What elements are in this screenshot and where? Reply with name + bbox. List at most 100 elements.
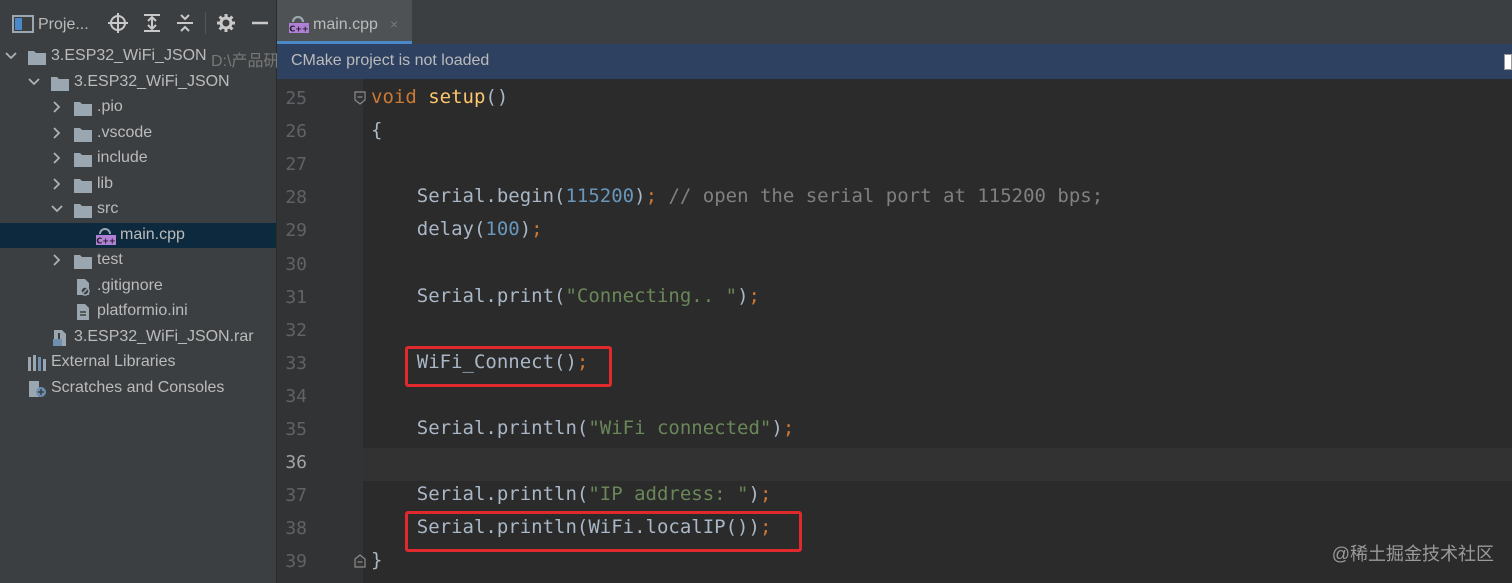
tree-item-label: .pio xyxy=(97,98,123,115)
tree-item[interactable]: test xyxy=(0,248,276,273)
line-number: 32 xyxy=(285,319,307,341)
line-number: 31 xyxy=(285,286,307,308)
code-token: delay( xyxy=(371,218,486,241)
code-token: Serial.begin( xyxy=(371,185,566,208)
collapse-all-icon[interactable] xyxy=(175,13,195,33)
line-number: 27 xyxy=(285,154,307,176)
tree-item[interactable]: src xyxy=(0,197,276,222)
expand-all-icon[interactable] xyxy=(142,13,162,33)
code-token: { xyxy=(371,119,383,142)
fold-open-icon[interactable] xyxy=(354,91,366,105)
line-number: 29 xyxy=(285,220,307,242)
code-token: ) xyxy=(634,185,646,208)
tree-item-label: Scratches and Consoles xyxy=(51,378,225,396)
tree-item[interactable]: .vscode xyxy=(0,121,276,146)
header-divider xyxy=(205,12,206,34)
tree-item-label: src xyxy=(97,200,119,217)
gear-icon[interactable] xyxy=(216,13,236,33)
code-token: ) xyxy=(748,483,760,506)
line-number: 36 xyxy=(285,452,307,474)
tree-item-label: External Libraries xyxy=(51,353,176,370)
tree-item[interactable]: platformio.ini xyxy=(0,299,276,324)
code-token: 115200 xyxy=(565,185,635,208)
code-line[interactable]: void setup() xyxy=(371,86,508,108)
line-number: 33 xyxy=(285,352,307,374)
watermark: @稀土掘金技术社区 xyxy=(1331,544,1494,564)
tree-item[interactable]: 3.ESP32_WiFi_JSON xyxy=(0,70,276,95)
code-line[interactable]: Serial.begin(115200); // open the serial… xyxy=(371,185,1103,207)
archive-icon xyxy=(50,329,70,346)
code-line[interactable]: Serial.println("WiFi connected"); xyxy=(371,417,795,439)
chevron-down-icon[interactable] xyxy=(51,202,63,216)
chevron-down-icon[interactable] xyxy=(28,75,40,89)
line-number: 39 xyxy=(285,551,307,573)
tab-close-icon[interactable]: × xyxy=(390,16,398,32)
tab-main-cpp[interactable]: C++ main.cpp × xyxy=(277,0,412,44)
tree-item[interactable]: 3.ESP32_WiFi_JSON D:\产品研发 xyxy=(0,44,295,70)
tree-item[interactable]: include xyxy=(0,146,276,171)
fold-close-icon[interactable] xyxy=(354,554,366,568)
line-number: 34 xyxy=(285,385,307,407)
code-line[interactable]: delay(100); xyxy=(371,218,543,240)
line-number: 26 xyxy=(285,121,307,143)
tree-item[interactable]: 3.ESP32_WiFi_JSON.rar xyxy=(0,325,276,350)
chevron-right-icon[interactable] xyxy=(51,151,63,165)
folder-icon xyxy=(73,176,93,193)
code-token: ; xyxy=(748,284,760,307)
code-token: ) xyxy=(519,218,532,241)
cpp-file-icon: C++ xyxy=(96,227,116,245)
project-panel-header: Proje... xyxy=(0,0,276,44)
code-token: () xyxy=(485,86,509,108)
code-line[interactable]: Serial.println("IP address: "); xyxy=(371,483,772,506)
chevron-right-icon[interactable] xyxy=(51,100,63,114)
line-number-gutter: 25 26 27 28 29 30 31 32 33 34 35 36 37 38 39 xyxy=(277,79,363,583)
code-token: ; xyxy=(531,218,543,241)
tree-item-label: 3.ESP32_WiFi_JSON.rar xyxy=(74,327,254,345)
folder-icon xyxy=(73,99,93,116)
libraries-icon xyxy=(27,354,47,371)
svg-text:C++: C++ xyxy=(289,25,308,34)
code-token: ) xyxy=(771,417,783,439)
tree-item-label: include xyxy=(97,149,148,166)
tree-item-label: platformio.ini xyxy=(97,302,188,319)
chevron-right-icon[interactable] xyxy=(51,177,63,191)
project-panel-title[interactable]: Proje... xyxy=(38,16,89,34)
tree-item-label: .vscode xyxy=(97,123,153,141)
tree-item-label: test xyxy=(97,251,123,268)
folder-icon xyxy=(73,125,93,142)
tree-item-label: 3.ESP32_WiFi_JSON xyxy=(74,72,230,90)
locate-icon[interactable] xyxy=(108,13,128,33)
chevron-right-icon[interactable] xyxy=(51,126,63,140)
code-line[interactable]: } xyxy=(371,549,382,571)
scrollbar-thumb[interactable] xyxy=(1504,54,1512,70)
svg-text:C++: C++ xyxy=(96,236,115,245)
code-token: ; xyxy=(759,483,772,506)
code-line[interactable]: Serial.print("Connecting.. "); xyxy=(371,285,760,307)
tree-item[interactable]: .pio xyxy=(0,95,276,120)
current-line-highlight xyxy=(363,448,1512,482)
scratches-icon xyxy=(27,380,47,397)
file-icon xyxy=(73,303,93,320)
minimize-icon[interactable] xyxy=(250,13,270,33)
tree-item[interactable]: External Libraries xyxy=(0,350,276,375)
tree-item[interactable]: .gitignore xyxy=(0,274,276,299)
tree-item-label: .gitignore xyxy=(97,276,163,294)
tree-item[interactable]: lib xyxy=(0,172,276,197)
code-token: Serial.println( xyxy=(371,483,589,506)
tree-item[interactable]: C++ main.cpp xyxy=(0,222,276,248)
tree-item[interactable]: Scratches and Consoles xyxy=(0,376,276,401)
code-token: setup xyxy=(428,86,486,108)
code-token: Serial.print( xyxy=(371,284,566,307)
code-editor[interactable]: void setup() { Serial.begin(115200); // o… xyxy=(354,79,1512,583)
line-number: 35 xyxy=(285,419,307,440)
chevron-down-icon[interactable] xyxy=(5,49,17,63)
code-token: "IP address: " xyxy=(588,483,749,506)
code-line[interactable]: { xyxy=(371,119,382,141)
annotation-highlight-box xyxy=(405,511,802,553)
project-view-icon[interactable] xyxy=(12,15,34,33)
folder-icon xyxy=(50,74,70,91)
chevron-right-icon[interactable] xyxy=(51,253,63,267)
code-token: Serial.println( xyxy=(371,417,589,439)
annotation-highlight-box xyxy=(405,345,612,387)
